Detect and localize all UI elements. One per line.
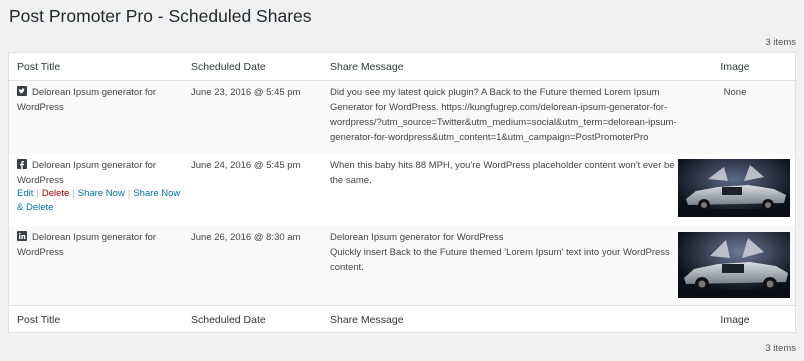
post-title-cell: Delorean Ipsum generator for WordPress <box>17 158 182 188</box>
share-message-body: Quickly insert Back to the Future themed… <box>330 247 670 273</box>
post-title-text[interactable]: Delorean Ipsum generator for WordPress <box>17 232 156 258</box>
column-header-scheduled-date[interactable]: Scheduled Date <box>191 61 266 73</box>
table-footer: Post Title Scheduled Date Share Message … <box>9 305 795 333</box>
table-row: Delorean Ipsum generator for WordPress J… <box>9 81 795 154</box>
table-header: Post Title Scheduled Date Share Message … <box>9 53 795 81</box>
action-separator: | <box>36 188 39 199</box>
items-count-top: 3 items <box>765 37 796 48</box>
column-footer-share-message[interactable]: Share Message <box>330 314 404 326</box>
row-actions: Edit | Delete | Share Now | Share Now & Delete <box>17 187 182 215</box>
share-message-cell: When this baby hits 88 MPH, you're WordP… <box>330 160 675 186</box>
share-now-link[interactable]: Share Now <box>78 188 125 199</box>
page-title: Post Promoter Pro - Scheduled Shares <box>9 6 312 26</box>
table-row: Delorean Ipsum generator for WordPress J… <box>9 226 795 305</box>
column-header-share-message[interactable]: Share Message <box>330 61 404 73</box>
items-count-bottom: 3 items <box>765 343 796 354</box>
column-header-post-title[interactable]: Post Title <box>17 61 60 73</box>
column-footer-post-title[interactable]: Post Title <box>17 314 60 326</box>
car-image-icon <box>678 159 790 217</box>
post-title-text[interactable]: Delorean Ipsum generator for WordPress <box>17 87 156 113</box>
column-header-image: Image <box>720 61 750 73</box>
action-separator: | <box>72 188 75 199</box>
delorean-thumbnail[interactable] <box>678 232 790 298</box>
share-message-cell: Did you see my latest quick plugin? A Ba… <box>330 87 677 143</box>
share-message-title: Delorean Ipsum generator for WordPress <box>330 232 504 243</box>
table-row: Delorean Ipsum generator for WordPress E… <box>9 154 795 226</box>
scheduled-date-cell: June 24, 2016 @ 5:45 pm <box>191 160 301 171</box>
scheduled-shares-table: Post Title Scheduled Date Share Message … <box>8 52 796 333</box>
linkedin-icon <box>17 231 27 241</box>
facebook-icon <box>17 159 27 169</box>
share-message-cell: Delorean Ipsum generator for WordPress Q… <box>330 230 685 275</box>
edit-link[interactable]: Edit <box>17 188 33 199</box>
twitter-icon <box>17 86 27 96</box>
delete-link[interactable]: Delete <box>42 188 69 199</box>
column-footer-image: Image <box>720 314 750 326</box>
scheduled-date-cell: June 26, 2016 @ 8:30 am <box>191 232 301 243</box>
column-footer-scheduled-date[interactable]: Scheduled Date <box>191 314 266 326</box>
scheduled-date-cell: June 23, 2016 @ 5:45 pm <box>191 87 301 98</box>
image-cell: None <box>723 87 747 98</box>
delorean-thumbnail[interactable] <box>678 159 790 217</box>
action-separator: | <box>127 188 131 199</box>
post-title-cell: Delorean Ipsum generator for WordPress <box>17 230 182 260</box>
car-image-icon <box>678 232 790 298</box>
post-title-text[interactable]: Delorean Ipsum generator for WordPress <box>17 160 156 186</box>
post-title-cell: Delorean Ipsum generator for WordPress <box>17 85 182 115</box>
